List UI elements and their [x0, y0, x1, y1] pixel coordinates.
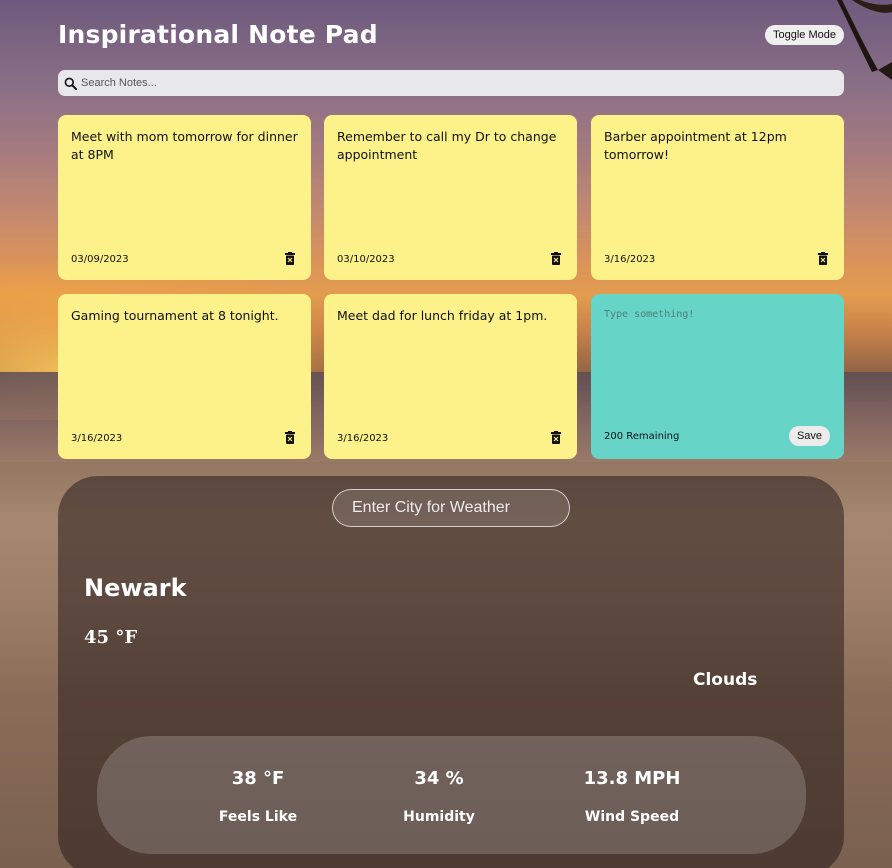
weather-condition: Clouds	[693, 670, 758, 690]
new-note-input[interactable]	[604, 309, 829, 419]
trash-icon[interactable]	[551, 431, 561, 444]
weather-city: Newark	[84, 574, 187, 602]
note-card: Remember to call my Dr to change appoint…	[324, 115, 577, 280]
search-bar[interactable]	[58, 70, 844, 96]
feels-like-value: 38 °F	[231, 768, 285, 789]
wind-speed-label: Wind Speed	[584, 809, 680, 825]
note-date: 03/10/2023	[337, 254, 395, 265]
weather-stats-panel	[97, 736, 806, 854]
note-text: Gaming tournament at 8 tonight.	[71, 308, 279, 323]
page-title: Inspirational Note Pad	[58, 20, 378, 49]
note-text: Remember to call my Dr to change appoint…	[337, 129, 557, 162]
toggle-mode-button[interactable]: Toggle Mode	[765, 25, 844, 45]
note-date: 3/16/2023	[337, 433, 389, 444]
note-card: Meet with mom tomorrow for dinner at 8PM…	[58, 115, 311, 280]
note-date: 03/09/2023	[71, 254, 129, 265]
note-text: Meet dad for lunch friday at 1pm.	[337, 308, 548, 323]
trash-icon[interactable]	[551, 252, 561, 265]
feels-like-label: Feels Like	[218, 809, 298, 825]
note-date: 3/16/2023	[71, 433, 123, 444]
trash-icon[interactable]	[285, 252, 295, 265]
wind-speed-value: 13.8 MPH	[583, 768, 681, 789]
trash-icon[interactable]	[285, 431, 295, 444]
search-icon	[64, 77, 77, 90]
note-text: Meet with mom tomorrow for dinner at 8PM	[71, 129, 298, 162]
note-card: Meet dad for lunch friday at 1pm. 3/16/2…	[324, 294, 577, 459]
note-card: Gaming tournament at 8 tonight. 3/16/202…	[58, 294, 311, 459]
note-date: 3/16/2023	[604, 254, 656, 265]
note-text: Barber appointment at 12pm tomorrow!	[604, 129, 787, 162]
save-button[interactable]: Save	[789, 426, 830, 446]
humidity-label: Humidity	[403, 809, 475, 825]
weather-temperature: 45 °F	[84, 627, 138, 648]
city-search-input[interactable]	[332, 489, 570, 527]
trash-icon[interactable]	[818, 252, 828, 265]
search-input[interactable]	[81, 77, 821, 89]
humidity-value: 34 %	[414, 768, 464, 789]
characters-remaining: 200 Remaining	[604, 431, 680, 442]
note-card: Barber appointment at 12pm tomorrow! 3/1…	[591, 115, 844, 280]
